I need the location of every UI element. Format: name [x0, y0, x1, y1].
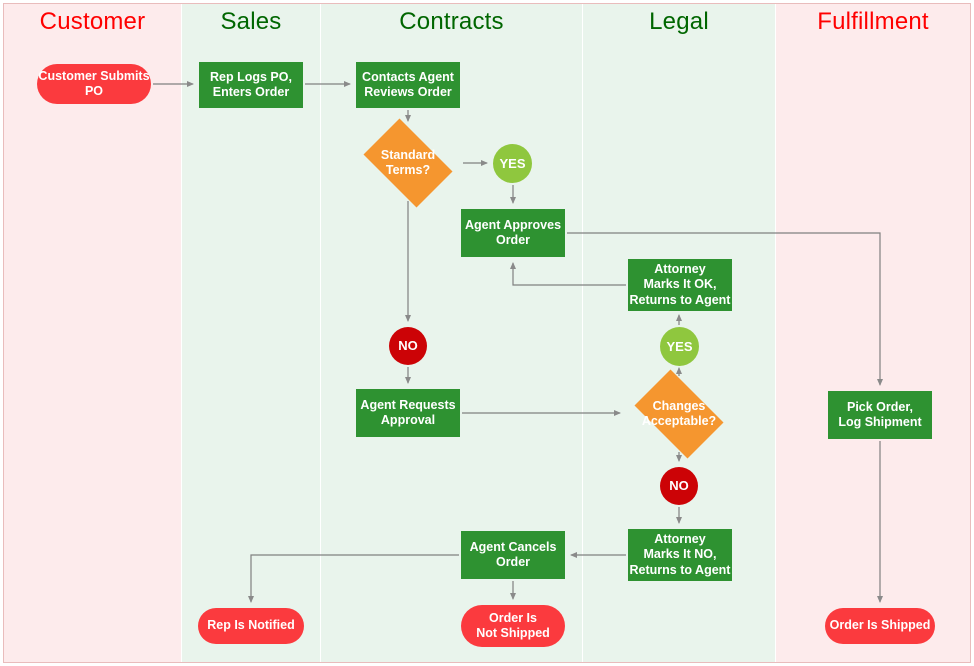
- node-pick-order-log-shipment-label: Pick Order, Log Shipment: [838, 399, 922, 429]
- node-agent-cancels-order[interactable]: Agent Cancels Order: [461, 531, 565, 579]
- swimlane-fulfillment: [776, 4, 970, 662]
- node-order-is-not-shipped[interactable]: Order Is Not Shipped: [461, 605, 565, 647]
- node-agent-approves-order-label: Agent Approves Order: [464, 217, 562, 247]
- swimlane-title-fulfillment: Fulfillment: [817, 8, 929, 35]
- node-yes-changes-label: YES: [666, 338, 693, 354]
- swimlane-divider-sales: [181, 4, 182, 662]
- node-attorney-marks-no-label: Attorney Marks It NO, Returns to Agent: [629, 532, 731, 577]
- swimlane-title-contracts: Contracts: [399, 8, 504, 35]
- node-no-changes[interactable]: NO: [660, 467, 698, 505]
- node-attorney-marks-no[interactable]: Attorney Marks It NO, Returns to Agent: [628, 529, 732, 581]
- node-order-is-not-shipped-label: Order Is Not Shipped: [476, 610, 550, 640]
- node-rep-is-notified[interactable]: Rep Is Notified: [198, 608, 304, 644]
- node-rep-logs-po-label: Rep Logs PO, Enters Order: [210, 69, 292, 99]
- node-no-standard-terms[interactable]: NO: [389, 327, 427, 365]
- node-order-is-shipped[interactable]: Order Is Shipped: [825, 608, 935, 644]
- flowchart-canvas: Customer Sales Contracts Legal Fulfillment C…: [0, 0, 974, 666]
- node-rep-is-notified-label: Rep Is Notified: [207, 618, 295, 633]
- node-agent-cancels-order-label: Agent Cancels Order: [469, 539, 557, 569]
- node-attorney-marks-ok[interactable]: Attorney Marks It OK, Returns to Agent: [628, 259, 732, 311]
- node-contacts-agent-label: Contacts Agent Reviews Order: [362, 69, 454, 99]
- node-no-standard-terms-label: NO: [398, 338, 418, 354]
- node-standard-terms-label: Standard Terms?: [380, 147, 436, 177]
- node-agent-requests-approval[interactable]: Agent Requests Approval: [356, 389, 460, 437]
- node-rep-logs-po[interactable]: Rep Logs PO, Enters Order: [199, 62, 303, 108]
- swimlane-title-customer: Customer: [39, 8, 146, 35]
- node-order-is-shipped-label: Order Is Shipped: [829, 618, 931, 633]
- node-no-changes-label: NO: [669, 478, 689, 494]
- swimlane-divider-fulfillment: [775, 4, 776, 662]
- node-changes-acceptable[interactable]: Changes Acceptable?: [626, 369, 732, 459]
- node-yes-standard-terms[interactable]: YES: [493, 144, 532, 183]
- swimlane-divider-contracts: [320, 4, 321, 662]
- node-changes-acceptable-label: Changes Acceptable?: [641, 398, 717, 428]
- node-pick-order-log-shipment[interactable]: Pick Order, Log Shipment: [828, 391, 932, 439]
- swimlane-title-sales: Sales: [220, 8, 282, 35]
- node-yes-changes[interactable]: YES: [660, 327, 699, 366]
- node-attorney-marks-ok-label: Attorney Marks It OK, Returns to Agent: [629, 262, 731, 307]
- swimlane-divider-legal: [582, 4, 583, 662]
- node-customer-submits-po[interactable]: Customer Submits PO: [37, 64, 151, 104]
- swimlane-title-legal: Legal: [649, 8, 709, 35]
- node-standard-terms[interactable]: Standard Terms?: [355, 118, 461, 208]
- node-agent-approves-order[interactable]: Agent Approves Order: [461, 209, 565, 257]
- node-customer-submits-po-label: Customer Submits PO: [38, 68, 150, 98]
- node-contacts-agent[interactable]: Contacts Agent Reviews Order: [356, 62, 460, 108]
- node-yes-standard-terms-label: YES: [499, 155, 526, 171]
- node-agent-requests-approval-label: Agent Requests Approval: [360, 397, 456, 427]
